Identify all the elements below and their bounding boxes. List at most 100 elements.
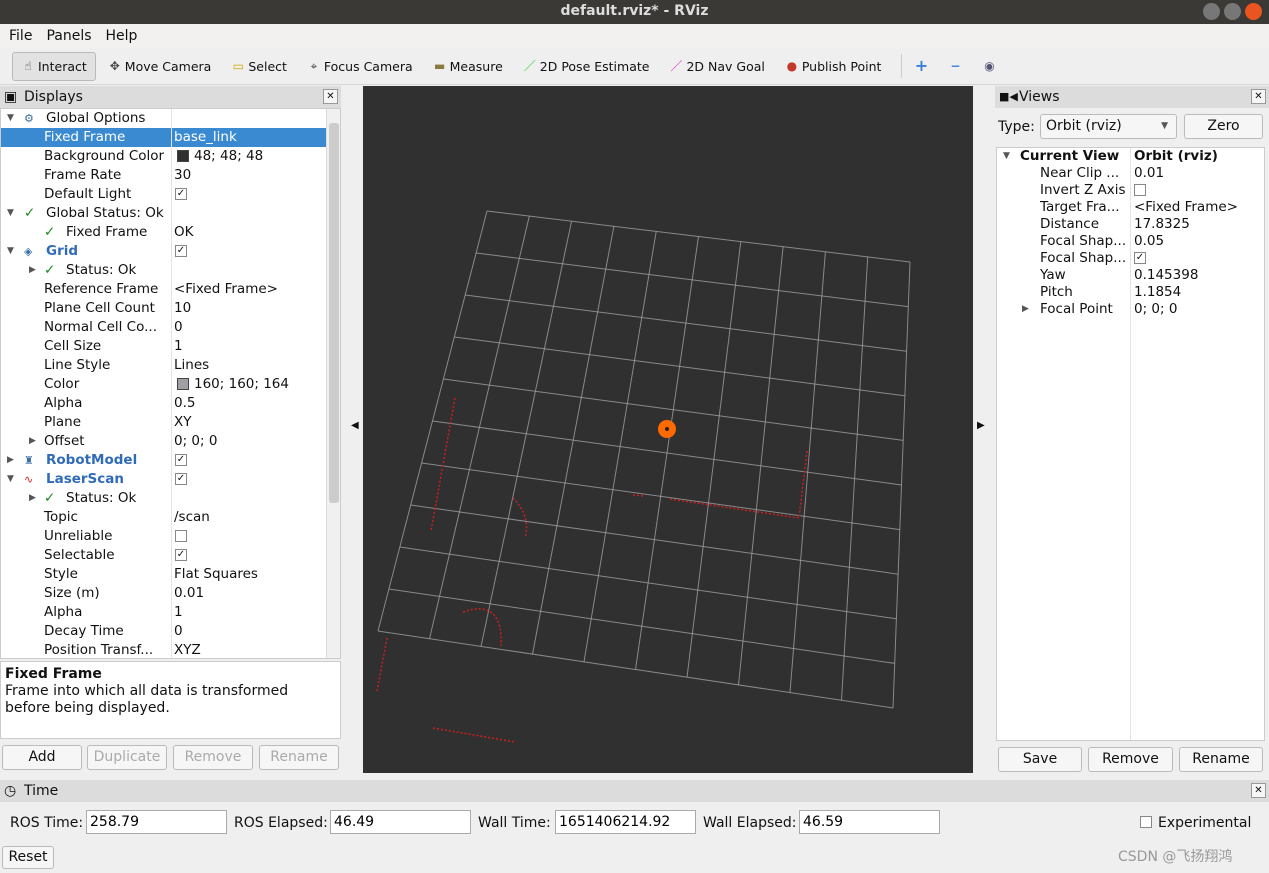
property-value[interactable]: 0.01 xyxy=(1134,165,1164,182)
expand-right-icon[interactable]: ▶ xyxy=(29,261,36,280)
display-row[interactable]: ▼ ✓ Global Status: Ok xyxy=(1,204,340,223)
expand-down-icon[interactable]: ▼ xyxy=(7,242,14,261)
display-row[interactable]: Color 160; 160; 164 xyxy=(1,375,340,394)
checkbox[interactable]: ✓ xyxy=(1134,252,1146,264)
view-property-row[interactable]: Focal Shap... 0.05 xyxy=(997,233,1264,250)
property-value[interactable]: Flat Squares xyxy=(174,565,258,584)
display-row[interactable]: Plane Cell Count 10 xyxy=(1,299,340,318)
property-value[interactable]: 10 xyxy=(174,299,191,318)
display-row[interactable]: Reference Frame <Fixed Frame> xyxy=(1,280,340,299)
view-property-row[interactable]: Pitch 1.1854 xyxy=(997,284,1264,301)
property-value[interactable]: 0 xyxy=(174,622,183,641)
checkbox[interactable]: ✓ xyxy=(175,245,187,257)
remove-display-button[interactable]: Remove xyxy=(173,745,253,770)
expand-right-icon[interactable]: ▶ xyxy=(1022,301,1029,318)
property-value[interactable]: 30 xyxy=(174,166,191,185)
expand-right-icon[interactable]: ▶ xyxy=(29,489,36,508)
display-row[interactable]: ▶ Offset 0; 0; 0 xyxy=(1,432,340,451)
property-value[interactable]: 17.8325 xyxy=(1134,216,1190,233)
expand-down-icon[interactable]: ▼ xyxy=(7,204,14,223)
remove-tool-icon[interactable]: − xyxy=(948,59,962,73)
display-row[interactable]: Fixed Frame base_link xyxy=(1,128,340,147)
close-button[interactable] xyxy=(1245,3,1262,20)
display-row[interactable]: Frame Rate 30 xyxy=(1,166,340,185)
expand-right-icon[interactable]: ▶ xyxy=(7,451,14,470)
property-value[interactable]: base_link xyxy=(174,128,237,147)
property-value[interactable]: <Fixed Frame> xyxy=(174,280,278,299)
minimize-button[interactable] xyxy=(1203,3,1220,20)
display-row[interactable]: Alpha 1 xyxy=(1,603,340,622)
rename-view-button[interactable]: Rename xyxy=(1179,747,1263,772)
menu-panels[interactable]: Panels xyxy=(46,24,91,48)
property-value[interactable]: XY xyxy=(174,413,192,432)
property-value[interactable]: 0.145398 xyxy=(1134,267,1198,284)
color-swatch[interactable] xyxy=(177,150,189,162)
view-property-row[interactable]: Yaw 0.145398 xyxy=(997,267,1264,284)
tool-2d-pose-estimate[interactable]: ／ 2D Pose Estimate xyxy=(515,52,658,81)
display-row[interactable]: Cell Size 1 xyxy=(1,337,340,356)
remove-view-button[interactable]: Remove xyxy=(1088,747,1173,772)
display-row[interactable]: ▶ ✓ Status: Ok xyxy=(1,489,340,508)
expand-down-icon[interactable]: ▼ xyxy=(7,470,14,489)
view-property-row[interactable]: Distance 17.8325 xyxy=(997,216,1264,233)
display-row[interactable]: ▼ ∿ LaserScan ✓ xyxy=(1,470,340,489)
property-value[interactable]: 0.5 xyxy=(174,394,195,413)
property-value[interactable]: Orbit (rviz) xyxy=(1134,148,1218,165)
expand-down-icon[interactable]: ▼ xyxy=(1003,148,1010,165)
checkbox[interactable]: ✓ xyxy=(175,473,187,485)
property-value[interactable]: 1 xyxy=(174,603,183,622)
menu-file[interactable]: File xyxy=(9,24,32,48)
scrollbar-thumb[interactable] xyxy=(329,123,339,503)
tool-measure[interactable]: ▬ Measure xyxy=(425,52,511,81)
display-row[interactable]: Background Color 48; 48; 48 xyxy=(1,147,340,166)
close-icon[interactable]: ✕ xyxy=(1251,89,1266,104)
tool-2d-nav-goal[interactable]: ／ 2D Nav Goal xyxy=(661,52,772,81)
display-row[interactable]: ▼ ◈ Grid ✓ xyxy=(1,242,340,261)
collapse-right-arrow[interactable]: ▶ xyxy=(977,420,985,431)
add-button[interactable]: Add xyxy=(2,745,82,770)
checkbox[interactable]: ✓ xyxy=(175,188,187,200)
displays-scrollbar[interactable] xyxy=(326,109,340,658)
color-swatch[interactable] xyxy=(177,378,189,390)
maximize-button[interactable] xyxy=(1224,3,1241,20)
property-value[interactable]: 1 xyxy=(174,337,183,356)
display-row[interactable]: Size (m) 0.01 xyxy=(1,584,340,603)
view-property-row[interactable]: Near Clip ... 0.01 xyxy=(997,165,1264,182)
save-view-button[interactable]: Save xyxy=(998,747,1082,772)
experimental-checkbox[interactable] xyxy=(1140,816,1152,828)
property-value[interactable]: <Fixed Frame> xyxy=(1134,199,1238,216)
display-row[interactable]: Plane XY xyxy=(1,413,340,432)
display-row[interactable]: ▼ ⚙ Global Options xyxy=(1,109,340,128)
menu-help[interactable]: Help xyxy=(106,24,138,48)
checkbox[interactable] xyxy=(1134,184,1146,196)
property-value[interactable]: 48; 48; 48 xyxy=(194,147,263,166)
display-row[interactable]: Default Light ✓ xyxy=(1,185,340,204)
view-property-row[interactable]: ▼ Current View Orbit (rviz) xyxy=(997,148,1264,165)
reset-button[interactable]: Reset xyxy=(2,846,54,869)
property-value[interactable]: 0.01 xyxy=(174,584,204,603)
display-row[interactable]: Style Flat Squares xyxy=(1,565,340,584)
checkbox[interactable]: ✓ xyxy=(175,454,187,466)
view-property-row[interactable]: ▶ Focal Point 0; 0; 0 xyxy=(997,301,1264,318)
display-row[interactable]: Line Style Lines xyxy=(1,356,340,375)
property-value[interactable]: 0.05 xyxy=(1134,233,1164,250)
wall-time-field[interactable] xyxy=(555,810,696,834)
property-value[interactable]: 160; 160; 164 xyxy=(194,375,289,394)
view-property-row[interactable]: Target Fra... <Fixed Frame> xyxy=(997,199,1264,216)
tool-publish-point[interactable]: ● Publish Point xyxy=(777,52,890,81)
checkbox[interactable] xyxy=(175,530,187,542)
display-row[interactable]: Topic/scan xyxy=(1,508,340,527)
display-row[interactable]: Alpha 0.5 xyxy=(1,394,340,413)
display-row[interactable]: Unreliable xyxy=(1,527,340,546)
display-row[interactable]: Selectable ✓ xyxy=(1,546,340,565)
ros-elapsed-field[interactable] xyxy=(330,810,471,834)
view-property-row[interactable]: Focal Shap... ✓ xyxy=(997,250,1264,267)
expand-right-icon[interactable]: ▶ xyxy=(29,432,36,451)
3d-viewport[interactable] xyxy=(363,86,973,773)
eye-icon[interactable]: ◉ xyxy=(982,59,996,73)
display-row[interactable]: ▶ ♜ RobotModel ✓ xyxy=(1,451,340,470)
property-value[interactable]: 0 xyxy=(174,318,183,337)
zero-button[interactable]: Zero xyxy=(1184,114,1263,139)
close-icon[interactable]: ✕ xyxy=(323,89,338,104)
displays-tree[interactable]: ▼ ⚙ Global Options Fixed Frame base_link Back… xyxy=(0,108,341,659)
